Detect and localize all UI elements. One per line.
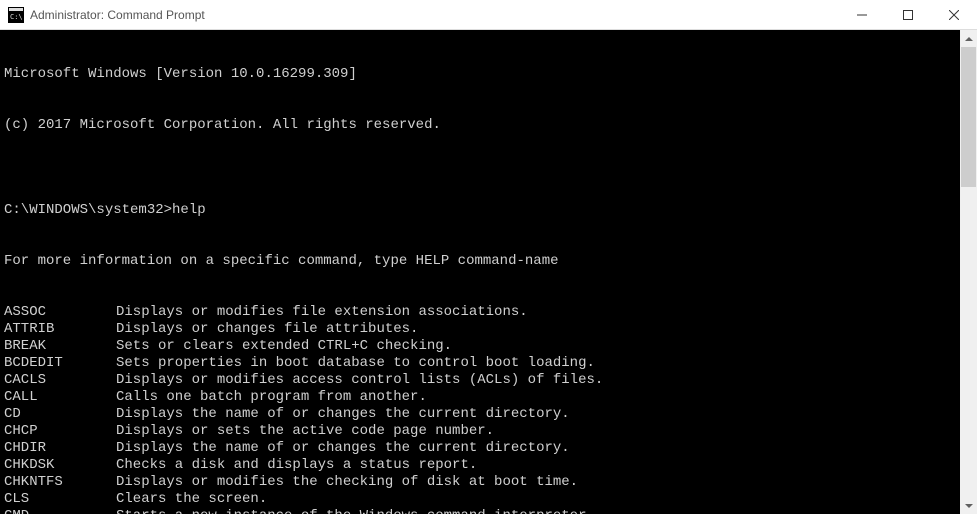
- help-command-name: CACLS: [4, 372, 116, 389]
- help-command-name: CHKNTFS: [4, 474, 116, 491]
- help-command-row: ATTRIBDisplays or changes file attribute…: [4, 321, 956, 338]
- help-command-row: CMDStarts a new instance of the Windows …: [4, 508, 956, 514]
- help-command-row: BCDEDITSets properties in boot database …: [4, 355, 956, 372]
- prompt-text: C:\WINDOWS\system32>: [4, 202, 172, 218]
- help-command-name: CD: [4, 406, 116, 423]
- help-command-row: ASSOCDisplays or modifies file extension…: [4, 304, 956, 321]
- help-command-name: CMD: [4, 508, 116, 514]
- help-command-row: CHDIRDisplays the name of or changes the…: [4, 440, 956, 457]
- prompt-line: C:\WINDOWS\system32>help: [4, 202, 956, 219]
- help-command-desc: Displays or modifies file extension asso…: [116, 304, 528, 321]
- help-command-name: CHKDSK: [4, 457, 116, 474]
- banner-line: Microsoft Windows [Version 10.0.16299.30…: [4, 66, 956, 83]
- help-command-row: CHCPDisplays or sets the active code pag…: [4, 423, 956, 440]
- terminal-wrapper: Microsoft Windows [Version 10.0.16299.30…: [0, 30, 977, 514]
- terminal[interactable]: Microsoft Windows [Version 10.0.16299.30…: [0, 30, 960, 514]
- help-command-desc: Starts a new instance of the Windows com…: [116, 508, 595, 514]
- banner-line: (c) 2017 Microsoft Corporation. All righ…: [4, 117, 956, 134]
- maximize-button[interactable]: [885, 0, 931, 29]
- help-command-desc: Displays or modifies the checking of dis…: [116, 474, 578, 491]
- help-command-name: CALL: [4, 389, 116, 406]
- help-command-desc: Sets properties in boot database to cont…: [116, 355, 595, 372]
- help-command-list: ASSOCDisplays or modifies file extension…: [4, 304, 956, 514]
- help-command-desc: Displays or modifies access control list…: [116, 372, 603, 389]
- help-command-name: BCDEDIT: [4, 355, 116, 372]
- scroll-up-arrow[interactable]: [960, 30, 977, 47]
- window-controls: [839, 0, 977, 29]
- help-command-desc: Sets or clears extended CTRL+C checking.: [116, 338, 452, 355]
- window-title: Administrator: Command Prompt: [30, 8, 839, 22]
- help-command-row: CHKDSKChecks a disk and displays a statu…: [4, 457, 956, 474]
- help-command-name: ASSOC: [4, 304, 116, 321]
- help-command-row: CHKNTFSDisplays or modifies the checking…: [4, 474, 956, 491]
- minimize-button[interactable]: [839, 0, 885, 29]
- scrollbar[interactable]: [960, 30, 977, 514]
- help-command-desc: Displays the name of or changes the curr…: [116, 406, 570, 423]
- help-command-desc: Displays the name of or changes the curr…: [116, 440, 570, 457]
- help-command-row: CLSClears the screen.: [4, 491, 956, 508]
- help-command-row: CACLSDisplays or modifies access control…: [4, 372, 956, 389]
- scrollbar-thumb[interactable]: [961, 47, 976, 187]
- help-command-row: BREAKSets or clears extended CTRL+C chec…: [4, 338, 956, 355]
- typed-command: help: [172, 202, 206, 218]
- help-command-name: CHDIR: [4, 440, 116, 457]
- help-command-desc: Displays or sets the active code page nu…: [116, 423, 494, 440]
- close-button[interactable]: [931, 0, 977, 29]
- help-command-desc: Displays or changes file attributes.: [116, 321, 418, 338]
- svg-text:C:\: C:\: [10, 13, 23, 21]
- help-intro: For more information on a specific comma…: [4, 253, 956, 270]
- help-command-desc: Clears the screen.: [116, 491, 267, 508]
- help-command-name: BREAK: [4, 338, 116, 355]
- titlebar[interactable]: C:\ Administrator: Command Prompt: [0, 0, 977, 30]
- help-command-row: CALLCalls one batch program from another…: [4, 389, 956, 406]
- help-command-name: CHCP: [4, 423, 116, 440]
- help-command-name: ATTRIB: [4, 321, 116, 338]
- help-command-row: CDDisplays the name of or changes the cu…: [4, 406, 956, 423]
- help-command-desc: Calls one batch program from another.: [116, 389, 427, 406]
- cmd-icon: C:\: [8, 7, 24, 23]
- scroll-down-arrow[interactable]: [960, 497, 977, 514]
- help-command-desc: Checks a disk and displays a status repo…: [116, 457, 477, 474]
- help-command-name: CLS: [4, 491, 116, 508]
